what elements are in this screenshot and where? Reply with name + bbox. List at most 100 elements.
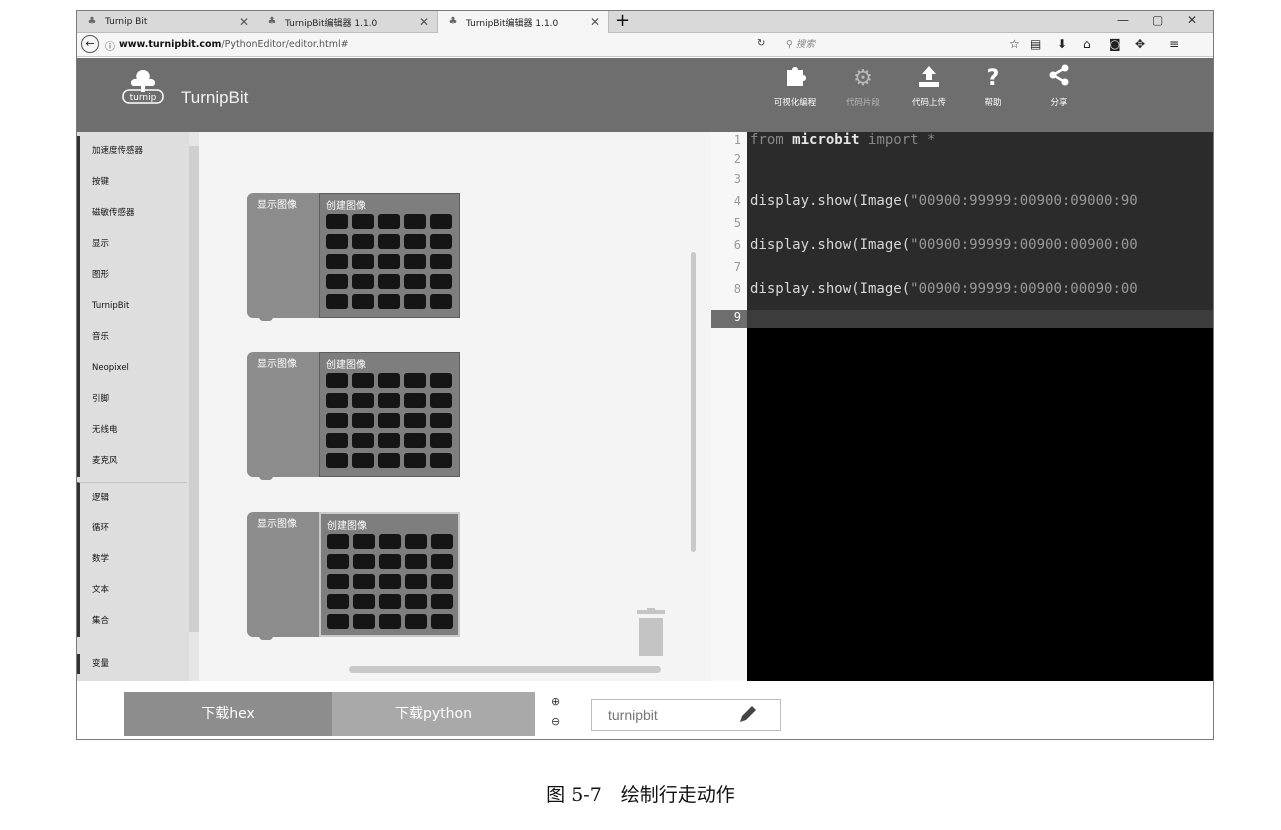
category-display[interactable]: 显示: [77, 229, 187, 260]
led-cell[interactable]: [404, 274, 426, 289]
led-cell[interactable]: [326, 254, 348, 269]
led-cell[interactable]: [353, 614, 375, 629]
category-neopixel[interactable]: Neopixel: [77, 353, 187, 384]
led-cell[interactable]: [353, 574, 375, 589]
led-cell[interactable]: [326, 234, 348, 249]
minimize-icon[interactable]: —: [1117, 13, 1129, 27]
led-cell[interactable]: [405, 534, 427, 549]
led-cell[interactable]: [326, 433, 348, 448]
create-image-block[interactable]: 创建图像: [319, 352, 460, 477]
led-cell[interactable]: [431, 534, 453, 549]
pocket-icon[interactable]: ◙: [1109, 37, 1121, 51]
category-loops[interactable]: 循环: [77, 513, 187, 544]
visual-programming-button[interactable]: 可视化编程: [765, 64, 825, 108]
led-cell[interactable]: [405, 554, 427, 569]
code-editor[interactable]: from microbit import * display.show(Imag…: [747, 132, 1213, 681]
led-cell[interactable]: [326, 413, 348, 428]
show-image-block[interactable]: 显示图像 创建图像: [247, 352, 460, 480]
led-cell[interactable]: [379, 614, 401, 629]
led-cell[interactable]: [378, 453, 400, 468]
workspace-vertical-scrollbar[interactable]: [691, 252, 696, 552]
led-cell[interactable]: [431, 614, 453, 629]
category-logic[interactable]: 逻辑: [77, 482, 187, 513]
create-image-block[interactable]: 创建图像: [319, 193, 460, 318]
led-cell[interactable]: [405, 574, 427, 589]
new-tab-icon[interactable]: +: [615, 11, 630, 31]
home-icon[interactable]: ⌂: [1083, 37, 1091, 51]
show-image-block[interactable]: 显示图像 创建图像: [247, 512, 460, 640]
led-cell[interactable]: [326, 393, 348, 408]
led-cell[interactable]: [430, 373, 452, 388]
category-pins[interactable]: 引脚: [77, 384, 187, 415]
download-python-button[interactable]: 下载python: [332, 692, 535, 736]
download-hex-button[interactable]: 下载hex: [124, 692, 332, 736]
led-cell[interactable]: [378, 433, 400, 448]
category-lists[interactable]: 集合: [77, 606, 187, 637]
led-cell[interactable]: [378, 393, 400, 408]
close-icon[interactable]: ✕: [590, 15, 600, 29]
led-cell[interactable]: [353, 534, 375, 549]
led-cell[interactable]: [327, 534, 349, 549]
led-cell[interactable]: [352, 214, 374, 229]
category-turnipbit[interactable]: TurnipBit: [77, 291, 187, 322]
led-cell[interactable]: [430, 274, 452, 289]
led-cell[interactable]: [352, 413, 374, 428]
led-cell[interactable]: [430, 433, 452, 448]
led-cell[interactable]: [353, 594, 375, 609]
led-cell[interactable]: [352, 373, 374, 388]
led-cell[interactable]: [379, 574, 401, 589]
led-cell[interactable]: [379, 554, 401, 569]
zoom-out-icon[interactable]: ⊖: [551, 715, 560, 728]
led-cell[interactable]: [430, 453, 452, 468]
led-cell[interactable]: [430, 234, 452, 249]
category-math[interactable]: 数学: [77, 544, 187, 575]
category-compass[interactable]: 磁敏传感器: [77, 198, 187, 229]
led-cell[interactable]: [378, 234, 400, 249]
info-icon[interactable]: ⓘ: [105, 38, 115, 53]
show-image-block[interactable]: 显示图像 创建图像: [247, 193, 460, 321]
led-cell[interactable]: [404, 294, 426, 309]
url-bar[interactable]: www.turnipbit.com/PythonEditor/editor.ht…: [119, 39, 349, 50]
sidebar-scroll-thumb[interactable]: [189, 146, 199, 632]
create-image-block[interactable]: 创建图像: [319, 512, 460, 637]
category-text[interactable]: 文本: [77, 575, 187, 606]
led-cell[interactable]: [431, 594, 453, 609]
menu-icon[interactable]: ≡: [1169, 37, 1179, 51]
led-cell[interactable]: [430, 254, 452, 269]
blocks-workspace[interactable]: 显示图像 创建图像 显示图像 创建图像 显示图像 创建图像: [199, 132, 711, 681]
led-cell[interactable]: [430, 413, 452, 428]
led-cell[interactable]: [430, 214, 452, 229]
led-cell[interactable]: [405, 594, 427, 609]
led-cell[interactable]: [352, 433, 374, 448]
code-snippets-button[interactable]: ⚙ 代码片段: [833, 64, 893, 108]
category-radio[interactable]: 无线电: [77, 415, 187, 446]
tab-turnip-bit[interactable]: ♣ Turnip Bit ✕: [77, 11, 257, 33]
led-cell[interactable]: [430, 393, 452, 408]
led-cell[interactable]: [326, 373, 348, 388]
led-cell[interactable]: [378, 254, 400, 269]
download-icon[interactable]: ⬇: [1057, 37, 1067, 51]
tab-editor-1[interactable]: ♣ TurnipBit编辑器 1.1.0 ✕: [257, 11, 437, 33]
led-cell[interactable]: [326, 453, 348, 468]
trash-icon[interactable]: [637, 608, 665, 658]
share-button[interactable]: 分享: [1029, 64, 1089, 108]
maximize-icon[interactable]: ▢: [1152, 13, 1163, 27]
led-cell[interactable]: [404, 413, 426, 428]
help-button[interactable]: ? 帮助: [963, 64, 1023, 108]
led-cell[interactable]: [378, 373, 400, 388]
led-cell[interactable]: [352, 453, 374, 468]
workspace-horizontal-scrollbar[interactable]: [349, 666, 661, 673]
led-cell[interactable]: [430, 294, 452, 309]
led-cell[interactable]: [352, 294, 374, 309]
led-cell[interactable]: [378, 274, 400, 289]
led-cell[interactable]: [327, 554, 349, 569]
led-cell[interactable]: [404, 433, 426, 448]
close-icon[interactable]: ✕: [419, 15, 429, 29]
led-cell[interactable]: [327, 594, 349, 609]
led-cell[interactable]: [352, 234, 374, 249]
category-music[interactable]: 音乐: [77, 322, 187, 353]
led-cell[interactable]: [404, 214, 426, 229]
reader-icon[interactable]: ▤: [1030, 37, 1041, 51]
led-cell[interactable]: [404, 373, 426, 388]
pencil-icon[interactable]: [737, 703, 759, 729]
